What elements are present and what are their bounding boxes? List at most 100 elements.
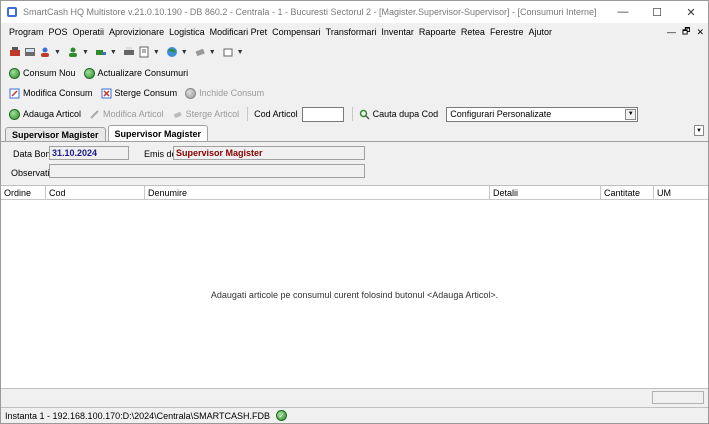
tab-divider bbox=[1, 141, 708, 142]
menu-ajutor[interactable]: Ajutor bbox=[528, 27, 552, 37]
cash-register-icon[interactable] bbox=[9, 46, 21, 58]
emis-de-field[interactable]: Supervisor Magister bbox=[173, 146, 365, 160]
mdi-restore-button[interactable]: 🗗 bbox=[682, 24, 690, 40]
emis-de-label: Emis de bbox=[144, 149, 177, 159]
col-ordine[interactable]: Ordine bbox=[1, 186, 46, 199]
chevron-down-icon[interactable]: ▼ bbox=[181, 49, 188, 56]
toolbar-separator bbox=[247, 107, 249, 121]
status-text: Instanta 1 - 192.168.100.170:D:\2024\Cen… bbox=[5, 410, 270, 421]
grid-footer bbox=[1, 390, 708, 406]
adauga-articol-button[interactable]: Adauga Articol bbox=[9, 108, 82, 120]
cauta-dupa-cod-button[interactable]: Cauta dupa Cod bbox=[359, 109, 439, 120]
minimize-button[interactable]: — bbox=[606, 1, 640, 23]
col-denumire[interactable]: Denumire bbox=[145, 186, 490, 199]
sterge-consum-label: Sterge Consum bbox=[114, 88, 178, 98]
menu-transformari[interactable]: Transformari bbox=[326, 27, 377, 37]
document-icon[interactable] bbox=[138, 46, 150, 58]
menu-retea[interactable]: Retea bbox=[461, 27, 485, 37]
tab-supervisor-magister-2[interactable]: Supervisor Magister bbox=[107, 125, 209, 142]
inchide-consum-label: Inchide Consum bbox=[199, 88, 265, 98]
chevron-down-icon[interactable]: ▼ bbox=[209, 49, 216, 56]
status-bar: Instanta 1 - 192.168.100.170:D:\2024\Cen… bbox=[1, 407, 708, 423]
tab-dropdown-icon[interactable]: ▼ bbox=[694, 125, 704, 136]
add-icon bbox=[9, 67, 20, 79]
pencil-icon bbox=[90, 109, 99, 119]
menu-program[interactable]: Program bbox=[9, 27, 44, 37]
lock-icon bbox=[185, 87, 197, 99]
observatii-label: Observatii bbox=[11, 168, 52, 178]
chevron-down-icon[interactable]: ▼ bbox=[153, 49, 160, 56]
col-cantitate[interactable]: Cantitate bbox=[601, 186, 654, 199]
box-icon[interactable] bbox=[222, 46, 234, 58]
sterge-articol-button[interactable]: Sterge Articol bbox=[172, 109, 240, 120]
actualizare-consumuri-button[interactable]: Actualizare Consumuri bbox=[83, 67, 189, 79]
mdi-close-button[interactable]: ✕ bbox=[696, 27, 704, 38]
articles-grid: Ordine Cod Denumire Detalii Cantitate UM… bbox=[1, 185, 708, 389]
toolbar-separator bbox=[351, 107, 353, 121]
maximize-button[interactable]: ☐ bbox=[640, 1, 674, 23]
window-title: SmartCash HQ Multistore v.21.0.10.190 - … bbox=[23, 7, 597, 17]
articol-toolbar: Adauga Articol Modifica Articol Sterge A… bbox=[9, 105, 639, 123]
modifica-articol-label: Modifica Articol bbox=[103, 109, 164, 119]
mdi-controls: — 🗗 ✕ bbox=[667, 23, 704, 41]
data-bon-field[interactable]: 31.10.2024 bbox=[49, 146, 129, 160]
tab-strip: Supervisor Magister Supervisor Magister bbox=[5, 125, 210, 142]
observatii-field[interactable] bbox=[49, 164, 365, 178]
pos-terminal-icon[interactable] bbox=[24, 46, 36, 58]
sterge-consum-button[interactable]: Sterge Consum bbox=[101, 88, 178, 99]
truck-icon[interactable] bbox=[95, 46, 107, 58]
globe-icon[interactable] bbox=[166, 46, 178, 58]
chevron-down-icon[interactable]: ▼ bbox=[82, 49, 89, 56]
menu-compensari[interactable]: Compensari bbox=[272, 27, 321, 37]
configurari-select[interactable]: Configurari Personalizate ▼ bbox=[446, 106, 639, 122]
menu-operatii[interactable]: Operatii bbox=[73, 27, 105, 37]
app-window: SmartCash HQ Multistore v.21.0.10.190 - … bbox=[0, 0, 709, 424]
chevron-down-icon[interactable]: ▼ bbox=[54, 49, 61, 56]
printer-icon[interactable] bbox=[123, 46, 135, 58]
app-logo-icon bbox=[7, 7, 17, 17]
delete-icon bbox=[101, 88, 112, 98]
menu-modificari-pret[interactable]: Modificari Pret bbox=[210, 27, 268, 37]
sterge-articol-label: Sterge Articol bbox=[185, 109, 240, 119]
title-bar: SmartCash HQ Multistore v.21.0.10.190 - … bbox=[1, 1, 708, 23]
configurari-select-value: Configurari Personalizate bbox=[450, 109, 552, 119]
menu-rapoarte[interactable]: Rapoarte bbox=[419, 27, 456, 37]
col-cod[interactable]: Cod bbox=[46, 186, 145, 199]
data-bon-label: Data Bon bbox=[13, 149, 51, 159]
modifica-consum-button[interactable]: Modifica Consum bbox=[9, 88, 93, 99]
col-detalii[interactable]: Detalii bbox=[490, 186, 601, 199]
edit-icon bbox=[9, 88, 20, 98]
add-icon bbox=[9, 108, 20, 120]
users-icon[interactable] bbox=[39, 46, 51, 58]
consum-nou-label: Consum Nou bbox=[23, 68, 76, 78]
grid-header: Ordine Cod Denumire Detalii Cantitate UM bbox=[1, 186, 708, 200]
close-button[interactable]: ✕ bbox=[674, 1, 708, 23]
user-green-icon[interactable] bbox=[67, 46, 79, 58]
menu-pos[interactable]: POS bbox=[49, 27, 68, 37]
chevron-down-icon[interactable]: ▼ bbox=[237, 49, 244, 56]
consum-nou-button[interactable]: Consum Nou bbox=[9, 67, 76, 79]
consum-toolbar-1: Consum Nou Actualizare Consumuri bbox=[9, 64, 196, 82]
cod-articol-input[interactable] bbox=[301, 106, 344, 122]
chevron-down-icon[interactable]: ▼ bbox=[110, 49, 117, 56]
mdi-minimize-button[interactable]: — bbox=[667, 27, 676, 37]
search-icon bbox=[359, 109, 370, 120]
consum-toolbar-2: Modifica Consum Sterge Consum Inchide Co… bbox=[9, 84, 272, 102]
chevron-down-icon[interactable]: ▼ bbox=[625, 108, 637, 120]
check-icon: ✓ bbox=[275, 410, 287, 421]
refresh-icon bbox=[83, 67, 95, 79]
tab-supervisor-magister-1[interactable]: Supervisor Magister bbox=[5, 127, 106, 142]
modifica-consum-label: Modifica Consum bbox=[23, 88, 93, 98]
menu-logistica[interactable]: Logistica bbox=[169, 27, 205, 37]
modifica-articol-button[interactable]: Modifica Articol bbox=[89, 109, 164, 120]
adauga-articol-label: Adauga Articol bbox=[23, 109, 82, 119]
menu-inventar[interactable]: Inventar bbox=[381, 27, 414, 37]
menu-aprovizionare[interactable]: Aprovizionare bbox=[109, 27, 164, 37]
col-um[interactable]: UM bbox=[654, 186, 708, 199]
eraser-icon[interactable] bbox=[194, 46, 206, 58]
cauta-label: Cauta dupa Cod bbox=[372, 109, 439, 119]
actualizare-label: Actualizare Consumuri bbox=[97, 68, 189, 78]
inchide-consum-button[interactable]: Inchide Consum bbox=[185, 87, 265, 99]
footer-box bbox=[652, 391, 704, 404]
menu-ferestre[interactable]: Ferestre bbox=[490, 27, 524, 37]
